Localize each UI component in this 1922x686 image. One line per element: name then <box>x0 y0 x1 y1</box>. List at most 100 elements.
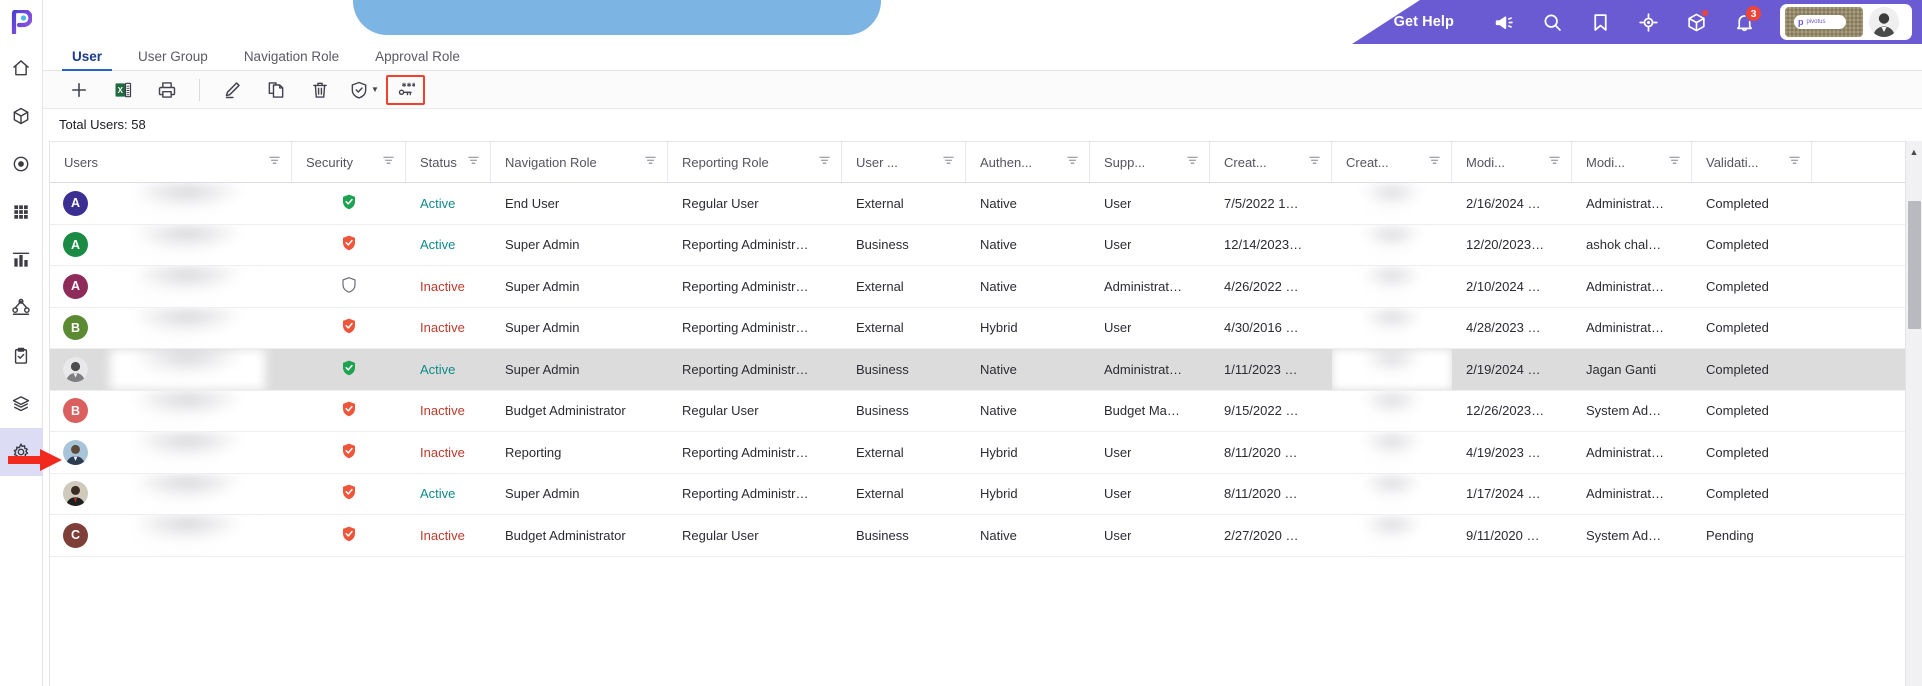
cell-value: External <box>856 486 904 502</box>
cell-security[interactable] <box>292 266 406 307</box>
sidebar-item-hierarchy[interactable] <box>0 284 43 332</box>
add-button[interactable] <box>57 73 101 107</box>
cell-created1: 12/14/2023… <box>1210 225 1332 266</box>
table-row[interactable]: A Active End User Regular User External Nativ… <box>50 183 1922 225</box>
bookmark-icon[interactable] <box>1576 0 1624 44</box>
filter-icon[interactable] <box>1178 154 1199 170</box>
vertical-scrollbar[interactable]: ▲ <box>1905 141 1922 686</box>
search-icon[interactable] <box>1528 0 1576 44</box>
security-button[interactable]: ▼ <box>342 73 386 107</box>
filter-icon[interactable] <box>1660 154 1681 170</box>
sidebar-item-target-dot[interactable] <box>0 140 43 188</box>
filter-icon[interactable] <box>459 154 480 170</box>
export-excel-button[interactable]: X <box>101 73 145 107</box>
sidebar-item-clipboard[interactable] <box>0 332 43 380</box>
cell-security[interactable] <box>292 432 406 473</box>
column-header-rep_role[interactable]: Reporting Role <box>668 142 842 182</box>
column-header-modified1[interactable]: Modi... <box>1452 142 1572 182</box>
security-shield-icon[interactable] <box>341 442 357 463</box>
column-header-created2[interactable]: Creat... <box>1332 142 1452 182</box>
tab-user-group[interactable]: User Group <box>120 49 226 70</box>
cell-security[interactable] <box>292 183 406 224</box>
table-row[interactable]: A Active Super Admin Reporting Administr… Bu… <box>50 224 1922 266</box>
filter-icon[interactable] <box>374 154 395 170</box>
security-shield-icon[interactable] <box>341 359 357 380</box>
cell-supp: Administrat… <box>1090 266 1210 307</box>
security-shield-icon[interactable] <box>341 525 357 546</box>
filter-icon[interactable] <box>636 154 657 170</box>
column-header-modified2[interactable]: Modi... <box>1572 142 1692 182</box>
cell-security[interactable] <box>292 391 406 432</box>
filter-icon[interactable] <box>934 154 955 170</box>
avatar[interactable] <box>1869 7 1899 37</box>
filter-icon[interactable] <box>1540 154 1561 170</box>
tab-navigation-role[interactable]: Navigation Role <box>226 49 357 70</box>
filter-icon[interactable] <box>1780 154 1801 170</box>
table-row[interactable]: Inactive Reporting Reporting Administr… Ext… <box>50 432 1922 474</box>
target-icon[interactable] <box>1624 0 1672 44</box>
table-row[interactable]: C Inactive Budget Administrator Regular Use… <box>50 515 1922 557</box>
total-users-label: Total Users: 58 <box>43 109 1922 140</box>
redacted-user-name <box>110 515 265 556</box>
column-header-status[interactable]: Status <box>406 142 491 182</box>
cell-value: Reporting Administr… <box>682 237 809 253</box>
filter-icon[interactable] <box>810 154 831 170</box>
cell-modified2: Administrat… <box>1572 183 1692 224</box>
column-header-supp[interactable]: Supp... <box>1090 142 1210 182</box>
cube-icon[interactable] <box>1672 0 1720 44</box>
security-shield-icon[interactable] <box>341 400 357 421</box>
table-row[interactable]: A Inactive Super Admin Reporting Administr…… <box>50 266 1922 308</box>
copy-button[interactable] <box>254 73 298 107</box>
delete-button[interactable] <box>298 73 342 107</box>
app-logo-icon[interactable] <box>0 0 43 44</box>
filter-icon[interactable] <box>1420 154 1441 170</box>
redacted-user-name <box>110 473 265 514</box>
sidebar-item-layers[interactable] <box>0 380 43 428</box>
filter-icon[interactable] <box>1300 154 1321 170</box>
tab-approval-role[interactable]: Approval Role <box>357 49 478 70</box>
edit-button[interactable] <box>210 73 254 107</box>
get-help-link[interactable]: Get Help <box>1394 14 1454 30</box>
cell-modified2: Administrat… <box>1572 266 1692 307</box>
chevron-down-icon[interactable]: ▼ <box>371 85 379 94</box>
cell-security[interactable] <box>292 349 406 390</box>
scrollbar-thumb[interactable] <box>1908 201 1921 329</box>
table-row[interactable]: B Inactive Budget Administrator Regular Use… <box>50 390 1922 432</box>
print-button[interactable] <box>145 73 189 107</box>
manage-password-button[interactable]: ✱✱✱ <box>386 74 425 105</box>
cell-security[interactable] <box>292 225 406 266</box>
filter-icon[interactable] <box>260 154 281 170</box>
cell-security[interactable] <box>292 308 406 349</box>
security-shield-icon[interactable] <box>341 317 357 338</box>
column-header-security[interactable]: Security <box>292 142 406 182</box>
column-header-nav_role[interactable]: Navigation Role <box>491 142 668 182</box>
column-header-label: Users <box>64 154 98 170</box>
sidebar-item-grid[interactable] <box>0 188 43 236</box>
sidebar-item-home[interactable] <box>0 44 43 92</box>
bell-icon[interactable]: 3 <box>1720 0 1768 44</box>
column-header-created1[interactable]: Creat... <box>1210 142 1332 182</box>
table-row[interactable]: B Inactive Super Admin Reporting Administr…… <box>50 307 1922 349</box>
sidebar-item-cube[interactable] <box>0 92 43 140</box>
security-shield-icon[interactable] <box>341 483 357 504</box>
security-shield-icon[interactable] <box>341 193 357 214</box>
tab-user[interactable]: User <box>54 49 120 71</box>
column-header-user_type[interactable]: User ... <box>842 142 966 182</box>
filter-icon[interactable] <box>1058 154 1079 170</box>
profile-card[interactable]: p pivotus <box>1780 4 1912 40</box>
layers-icon <box>11 394 31 414</box>
cell-security[interactable] <box>292 515 406 556</box>
security-shield-icon[interactable] <box>341 234 357 255</box>
scroll-up-arrow[interactable]: ▲ <box>1906 141 1922 163</box>
column-header-users[interactable]: Users <box>50 142 292 182</box>
cell-value: Administrat… <box>1104 278 1183 294</box>
table-row[interactable]: Active Super Admin Reporting Administr… Bus… <box>50 349 1922 391</box>
sidebar-item-gear[interactable] <box>0 428 43 476</box>
column-header-authen[interactable]: Authen... <box>966 142 1090 182</box>
cell-security[interactable] <box>292 474 406 515</box>
table-row[interactable]: Active Super Admin Reporting Administr… Ext… <box>50 473 1922 515</box>
sidebar-item-bar-chart[interactable] <box>0 236 43 284</box>
security-shield-icon[interactable] <box>341 276 357 297</box>
announcement-icon[interactable] <box>1480 0 1528 44</box>
column-header-validation[interactable]: Validati... <box>1692 142 1812 182</box>
